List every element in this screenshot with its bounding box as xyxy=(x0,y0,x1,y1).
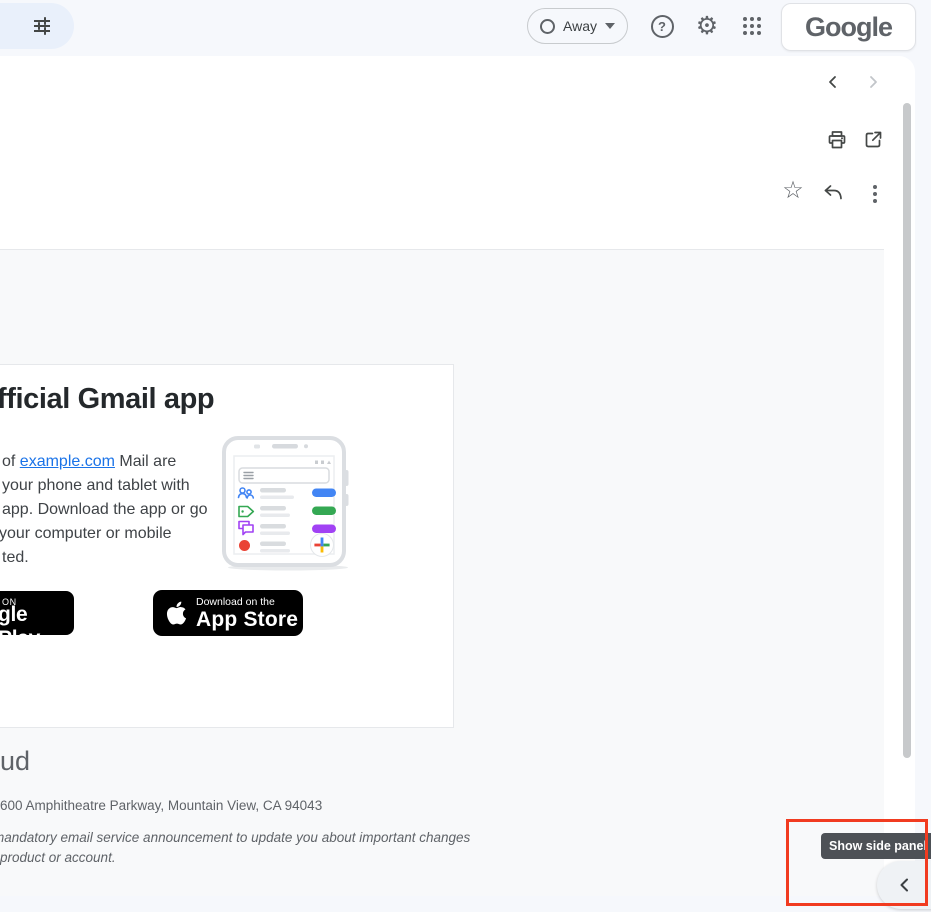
open-in-new-window-button[interactable] xyxy=(859,126,887,154)
more-options-button[interactable] xyxy=(861,180,889,208)
help-button[interactable]: ? xyxy=(649,13,675,39)
annotation-highlight-box xyxy=(786,819,928,906)
gmail-window: Away ? ⚙ Google xyxy=(0,0,931,912)
scrollbar-thumb[interactable] xyxy=(903,103,911,758)
reply-button[interactable] xyxy=(819,178,847,206)
footer-disclaimer-line: product or account. xyxy=(0,850,116,865)
compose-fab-icon xyxy=(311,534,334,557)
newer-email-button[interactable] xyxy=(819,68,847,96)
print-icon xyxy=(826,129,848,151)
star-icon: ☆ xyxy=(782,176,804,205)
availability-status-chip[interactable]: Away xyxy=(527,8,628,44)
body-text: of xyxy=(2,453,20,470)
example-com-link[interactable]: example.com xyxy=(20,453,115,470)
apps-grid-icon xyxy=(743,17,761,35)
presence-icon xyxy=(540,19,555,34)
body-line: your computer or mobile xyxy=(0,522,207,546)
google-logo-text: Google xyxy=(805,12,892,43)
print-button[interactable] xyxy=(823,126,851,154)
older-email-button[interactable] xyxy=(859,68,887,96)
chevron-left-icon xyxy=(825,74,841,90)
footer-logo-fragment: ud xyxy=(0,746,30,777)
red-dot-icon xyxy=(239,540,250,551)
email-heading: fficial Gmail app xyxy=(0,383,214,416)
body-line: ted. xyxy=(2,546,207,570)
star-button[interactable]: ☆ xyxy=(779,176,807,204)
settings-button[interactable]: ⚙ xyxy=(693,11,721,41)
appstore-badge-title: App Store xyxy=(196,608,298,631)
body-line: of example.com Mail are xyxy=(2,450,207,474)
phone-illustration xyxy=(214,434,358,574)
status-label: Away xyxy=(563,18,597,34)
footer-address: 600 Amphitheatre Parkway, Mountain View,… xyxy=(0,798,322,813)
gmail-app-illustration xyxy=(214,434,358,574)
chevron-right-icon xyxy=(865,74,881,90)
body-line: app. Download the app or go xyxy=(2,498,207,522)
open-in-new-icon xyxy=(862,129,884,151)
more-vert-icon xyxy=(873,185,877,189)
body-line: your phone and tablet with xyxy=(2,474,207,498)
body-text: Mail are xyxy=(115,453,176,470)
footer-disclaimer-line: mandatory email service announcement to … xyxy=(0,830,470,845)
appstore-badge-caption: Download on the xyxy=(196,596,298,608)
reply-icon xyxy=(822,181,844,203)
play-badge-title: gle Play xyxy=(0,603,74,651)
tune-icon xyxy=(32,16,52,36)
gear-icon: ⚙ xyxy=(696,11,718,41)
apple-logo-icon xyxy=(166,600,187,626)
chevron-down-icon xyxy=(605,23,615,29)
search-options-button[interactable] xyxy=(0,3,74,49)
workspace-logo: Google xyxy=(781,3,916,51)
google-apps-button[interactable] xyxy=(741,15,763,37)
email-body-text: of example.com Mail are your phone and t… xyxy=(2,450,207,570)
help-icon: ? xyxy=(651,15,674,38)
google-play-badge[interactable]: ON gle Play xyxy=(0,591,74,635)
app-store-badge[interactable]: Download on the App Store xyxy=(153,590,303,636)
